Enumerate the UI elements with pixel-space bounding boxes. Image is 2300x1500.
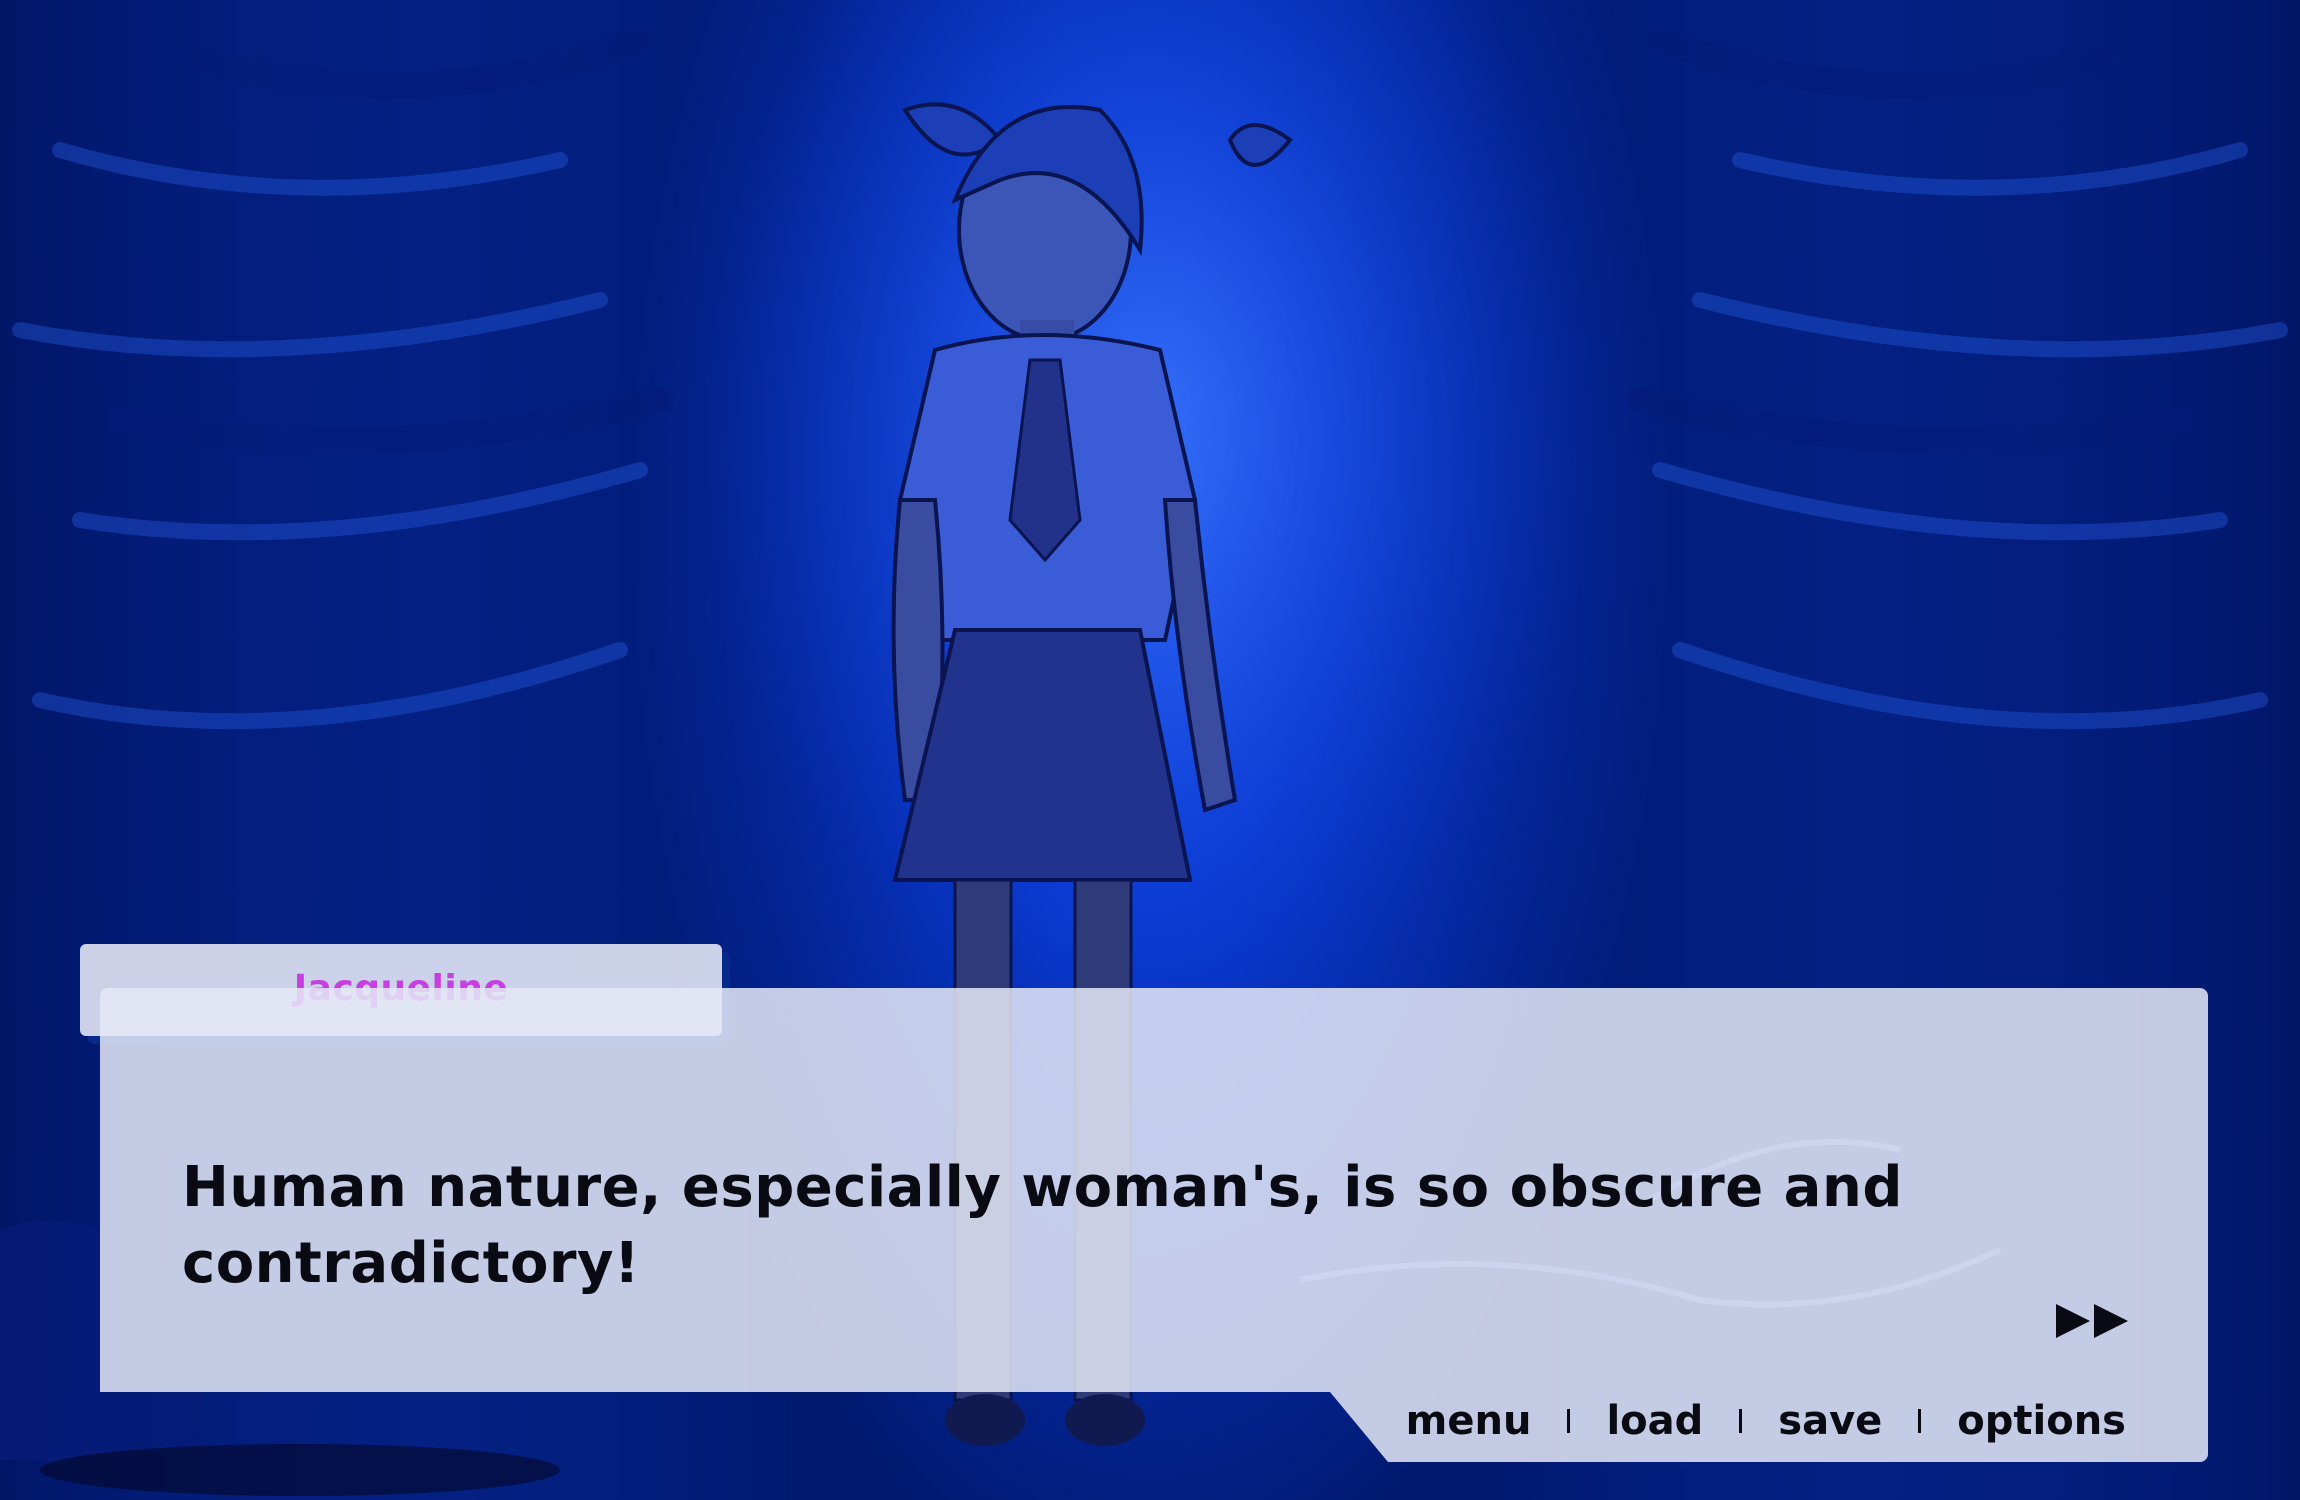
quick-menu: menu load save options (1402, 1398, 2130, 1444)
fast-forward-icon[interactable] (2056, 1302, 2132, 1340)
dialogue-box[interactable]: Human nature, especially woman's, is so … (100, 988, 2208, 1462)
dialogue-text: Human nature, especially woman's, is so … (182, 1155, 1903, 1296)
menu-separator (1567, 1409, 1571, 1433)
save-button[interactable]: save (1774, 1398, 1886, 1444)
options-button[interactable]: options (1953, 1398, 2130, 1444)
menu-separator (1918, 1409, 1922, 1433)
load-button[interactable]: load (1602, 1398, 1707, 1444)
menu-button[interactable]: menu (1402, 1398, 1536, 1444)
menu-separator (1739, 1409, 1743, 1433)
